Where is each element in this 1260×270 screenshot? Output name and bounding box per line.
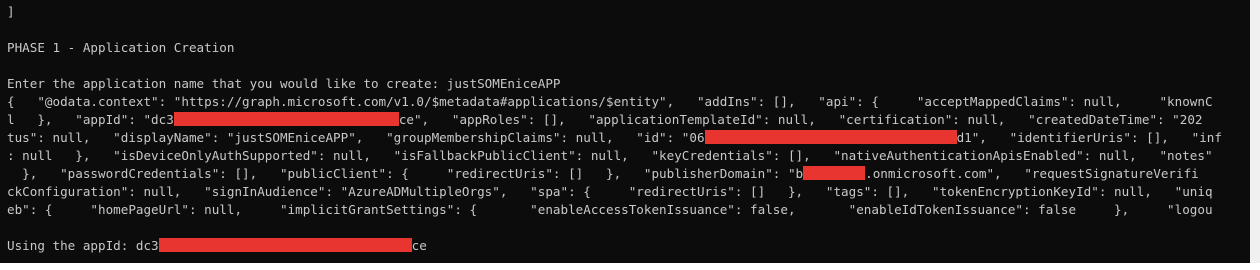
json-text: { "@odata.context": "https://graph.micro…: [7, 94, 1213, 109]
json-text: : null }, "isDeviceOnlyAuthSupported": n…: [7, 148, 1213, 163]
json-output-line-2: l }, "appId": "dc3 ce", "appRoles": [], "…: [7, 111, 1250, 129]
json-output-line-4: : null }, "isDeviceOnlyAuthSupported": n…: [7, 147, 1250, 165]
phase-title-line: PHASE 1 - Application Creation: [7, 39, 1250, 57]
json-text: tus": null, "displayName": "justSOMEnice…: [7, 130, 705, 145]
json-output-line-7: eb": { "homePageUrl": null, "implicitGra…: [7, 201, 1250, 219]
phase-title: PHASE 1 - Application Creation: [7, 40, 235, 55]
redaction-bar: [704, 130, 957, 144]
prompt-line: Enter the application name that you woul…: [7, 75, 1250, 93]
window-bottom-edge: [0, 263, 1260, 270]
json-text: d1", "identifierUris": [], "inf: [956, 130, 1222, 145]
json-output-line-5: }, "passwordCredentials": [], "publicCli…: [7, 165, 1250, 183]
prompt-text: Enter the application name that you woul…: [7, 76, 561, 91]
redaction-bar: [803, 166, 866, 180]
redaction-bar: [158, 238, 412, 252]
json-text: .onmicrosoft.com", "requestSignatureVeri…: [865, 166, 1199, 181]
json-text: ckConfiguration": null, "signInAudience"…: [7, 184, 1213, 199]
json-text: eb": { "homePageUrl": null, "implicitGra…: [7, 202, 1213, 217]
using-appid-text: ce: [411, 238, 427, 253]
json-output-line-6: ckConfiguration": null, "signInAudience"…: [7, 183, 1250, 201]
using-appid-text: Using the appId: dc3: [7, 238, 159, 253]
console-line-bracket: ]: [7, 3, 1250, 21]
json-output-line-1: { "@odata.context": "https://graph.micro…: [7, 93, 1250, 111]
json-text: l }, "appId": "dc3: [7, 112, 174, 127]
console-window[interactable]: ] PHASE 1 - Application Creation Enter t…: [0, 0, 1260, 270]
json-text: }, "passwordCredentials": [], "publicCli…: [7, 166, 804, 181]
redaction-bar: [173, 112, 399, 126]
scrollbar[interactable]: [1250, 0, 1260, 270]
bracket-text: ]: [7, 4, 15, 19]
using-appid-line: Using the appId: dc3 ce: [7, 237, 1250, 255]
json-text: ce", "appRoles": [], "applicationTemplat…: [398, 112, 1203, 127]
json-output-line-3: tus": null, "displayName": "justSOMEnice…: [7, 129, 1250, 147]
